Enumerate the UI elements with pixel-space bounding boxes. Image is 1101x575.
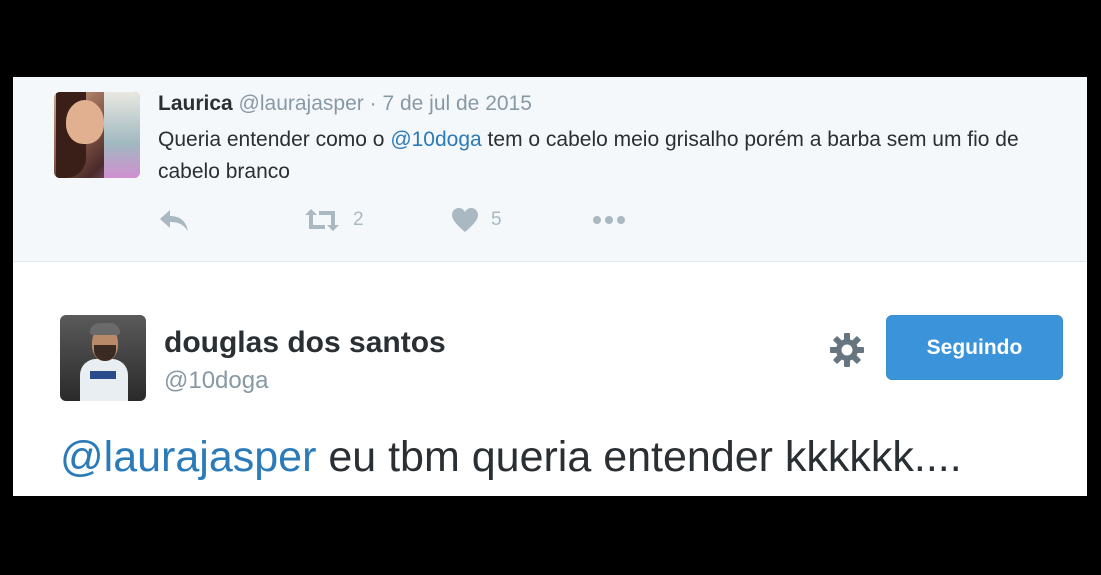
context-mention-link[interactable]: @10doga xyxy=(390,128,481,151)
like-count: 5 xyxy=(491,209,502,230)
retweet-icon xyxy=(305,209,339,231)
retweet-button[interactable]: 2 xyxy=(303,207,364,233)
author-avatar[interactable] xyxy=(60,315,146,401)
mention-link[interactable]: @laurajasper xyxy=(60,433,316,481)
heart-icon xyxy=(452,208,478,232)
avatar-background xyxy=(104,92,140,178)
header-separator: · xyxy=(369,92,377,115)
avatar-shirt-stripe xyxy=(90,371,116,379)
tweet-text: @laurajasper eu tbm queria entender kkkk… xyxy=(60,429,962,485)
context-tweet-text: Queria entender como o @10doga tem o cab… xyxy=(158,124,1063,188)
more-button[interactable] xyxy=(591,207,627,233)
context-user-handle[interactable]: @laurajasper xyxy=(239,92,364,115)
like-button[interactable]: 5 xyxy=(451,207,502,233)
reply-icon xyxy=(160,210,188,231)
context-tweet-header: Laurica @laurajasper · 7 de jul de 2015 xyxy=(158,92,532,116)
following-button[interactable]: Seguindo xyxy=(886,315,1063,380)
author-handle[interactable]: @10doga xyxy=(164,367,268,395)
author-name[interactable]: douglas dos santos xyxy=(164,326,446,360)
retweet-count: 2 xyxy=(353,209,364,230)
avatar-hair xyxy=(90,323,120,335)
context-text-before: Queria entender como o xyxy=(158,128,391,151)
avatar-face xyxy=(66,100,104,144)
tweet-card: Laurica @laurajasper · 7 de jul de 2015 … xyxy=(13,77,1087,496)
avatar-shirt xyxy=(80,359,128,401)
gear-icon[interactable] xyxy=(829,332,865,368)
reply-context-tweet[interactable]: Laurica @laurajasper · 7 de jul de 2015 … xyxy=(13,77,1087,262)
context-user-name[interactable]: Laurica xyxy=(158,92,233,115)
tweet-text-body: eu tbm queria entender kkkkkk.... xyxy=(316,433,962,481)
context-tweet-date[interactable]: 7 de jul de 2015 xyxy=(382,92,531,115)
reply-button[interactable] xyxy=(158,207,190,233)
more-icon xyxy=(593,216,625,224)
avatar[interactable] xyxy=(54,92,140,178)
